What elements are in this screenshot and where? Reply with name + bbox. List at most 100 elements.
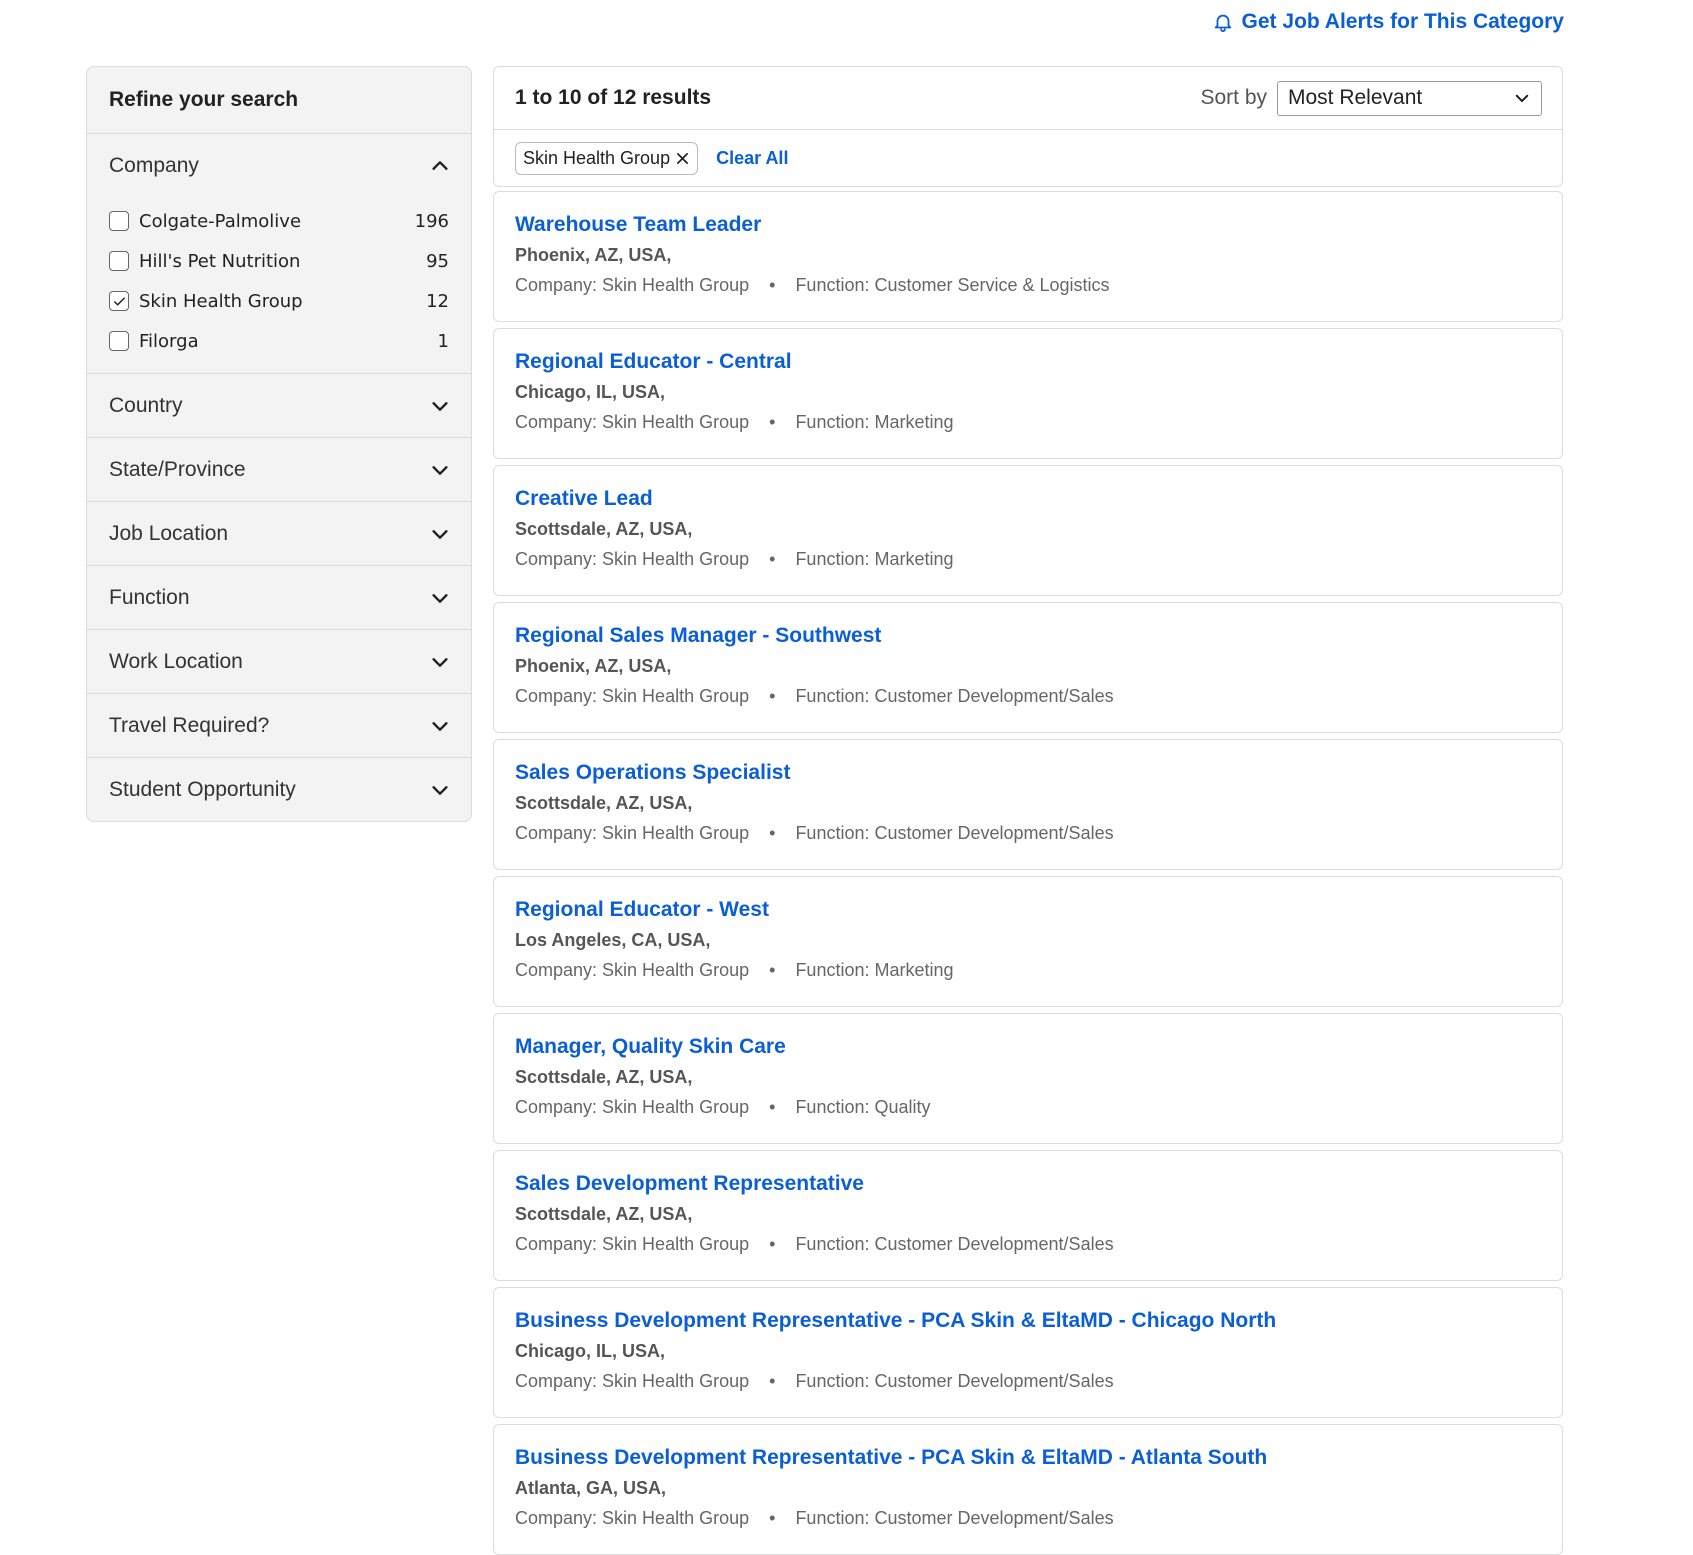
results-header: 1 to 10 of 12 results Sort by Most Relev… bbox=[493, 66, 1563, 187]
company-option-filorga[interactable]: Filorga 1 bbox=[109, 321, 449, 361]
clear-all-link[interactable]: Clear All bbox=[716, 148, 788, 169]
company-option-count: 1 bbox=[437, 330, 449, 352]
job-card: Regional Educator - West Los Angeles, CA… bbox=[493, 876, 1563, 1007]
job-card: Manager, Quality Skin Care Scottsdale, A… bbox=[493, 1013, 1563, 1144]
job-card: Regional Educator - Central Chicago, IL,… bbox=[493, 328, 1563, 459]
company-option-hills[interactable]: Hill's Pet Nutrition 95 bbox=[109, 241, 449, 281]
job-function: Function: Customer Development/Sales bbox=[795, 686, 1114, 706]
separator-dot: • bbox=[769, 686, 776, 706]
facet-label: Country bbox=[109, 393, 183, 417]
company-option-label: Filorga bbox=[139, 330, 199, 352]
sort-label: Sort by bbox=[1200, 86, 1267, 109]
separator-dot: • bbox=[769, 1508, 776, 1528]
job-title-link[interactable]: Regional Educator - Central bbox=[515, 349, 1541, 375]
company-option-label: Colgate-Palmolive bbox=[139, 210, 302, 232]
active-filter-label: Skin Health Group bbox=[523, 148, 671, 168]
job-location: Scottsdale, AZ, USA, bbox=[515, 793, 693, 813]
facet-student-opportunity-toggle[interactable]: Student Opportunity bbox=[87, 758, 471, 821]
job-function: Function: Customer Service & Logistics bbox=[795, 275, 1110, 295]
job-card: Business Development Representative - PC… bbox=[493, 1424, 1563, 1555]
facet-company-toggle[interactable]: Company bbox=[87, 134, 471, 197]
job-location: Scottsdale, AZ, USA, bbox=[515, 1067, 693, 1087]
facet-label: Function bbox=[109, 585, 190, 609]
job-function: Function: Customer Development/Sales bbox=[795, 1234, 1114, 1254]
job-location: Scottsdale, AZ, USA, bbox=[515, 519, 693, 539]
job-meta: Company: Skin Health Group • Function: C… bbox=[515, 685, 1541, 707]
refine-search-panel: Refine your search Company Colgate-Palmo… bbox=[86, 66, 472, 822]
facet-function-toggle[interactable]: Function bbox=[87, 566, 471, 629]
job-card: Sales Development Representative Scottsd… bbox=[493, 1150, 1563, 1281]
active-filter-chip[interactable]: Skin Health Group bbox=[515, 142, 699, 175]
company-option-skin-health[interactable]: Skin Health Group 12 bbox=[109, 281, 449, 321]
job-meta: Company: Skin Health Group • Function: C… bbox=[515, 822, 1541, 844]
separator-dot: • bbox=[769, 412, 776, 432]
job-title-link[interactable]: Business Development Representative - PC… bbox=[515, 1308, 1541, 1334]
job-title-link[interactable]: Sales Development Representative bbox=[515, 1171, 1541, 1197]
close-icon[interactable] bbox=[676, 152, 689, 165]
check-icon bbox=[113, 296, 125, 306]
job-title-link[interactable]: Manager, Quality Skin Care bbox=[515, 1034, 1541, 1060]
company-checkbox-checked[interactable] bbox=[109, 291, 129, 311]
job-title-link[interactable]: Creative Lead bbox=[515, 486, 1541, 512]
job-location: Los Angeles, CA, USA, bbox=[515, 930, 711, 950]
facet-work-location: Work Location bbox=[87, 630, 471, 694]
job-title-link[interactable]: Regional Educator - West bbox=[515, 897, 1541, 923]
job-title-link[interactable]: Warehouse Team Leader bbox=[515, 212, 1541, 238]
job-title-link[interactable]: Business Development Representative - PC… bbox=[515, 1445, 1541, 1471]
chevron-up-icon bbox=[432, 160, 448, 170]
job-meta: Company: Skin Health Group • Function: M… bbox=[515, 411, 1541, 433]
job-location: Chicago, IL, USA, bbox=[515, 382, 666, 402]
job-company: Company: Skin Health Group bbox=[515, 686, 750, 706]
job-meta: Company: Skin Health Group • Function: C… bbox=[515, 1370, 1541, 1392]
job-company: Company: Skin Health Group bbox=[515, 1234, 750, 1254]
separator-dot: • bbox=[769, 1234, 776, 1254]
job-meta: Company: Skin Health Group • Function: C… bbox=[515, 1507, 1541, 1529]
company-checkbox[interactable] bbox=[109, 331, 129, 351]
chevron-down-icon bbox=[432, 593, 448, 603]
separator-dot: • bbox=[769, 960, 776, 980]
bell-icon bbox=[1214, 14, 1231, 33]
facet-function: Function bbox=[87, 566, 471, 630]
sort-control: Sort by Most Relevant bbox=[1200, 80, 1542, 116]
facet-travel-required-toggle[interactable]: Travel Required? bbox=[87, 694, 471, 757]
job-card: Sales Operations Specialist Scottsdale, … bbox=[493, 739, 1563, 870]
refine-search-title: Refine your search bbox=[87, 67, 471, 134]
job-location: Atlanta, GA, USA, bbox=[515, 1478, 667, 1498]
company-checkbox[interactable] bbox=[109, 251, 129, 271]
chevron-down-icon bbox=[432, 657, 448, 667]
company-option-colgate[interactable]: Colgate-Palmolive 196 bbox=[109, 201, 449, 241]
job-company: Company: Skin Health Group bbox=[515, 275, 750, 295]
chevron-down-icon bbox=[432, 529, 448, 539]
facet-job-location-toggle[interactable]: Job Location bbox=[87, 502, 471, 565]
job-company: Company: Skin Health Group bbox=[515, 823, 750, 843]
facet-work-location-toggle[interactable]: Work Location bbox=[87, 630, 471, 693]
job-meta: Company: Skin Health Group • Function: C… bbox=[515, 274, 1541, 296]
separator-dot: • bbox=[769, 823, 776, 843]
sort-select[interactable]: Most Relevant bbox=[1277, 80, 1542, 116]
facet-student-opportunity: Student Opportunity bbox=[87, 758, 471, 821]
job-alerts-label: Get Job Alerts for This Category bbox=[1241, 10, 1564, 33]
job-function: Function: Customer Development/Sales bbox=[795, 823, 1114, 843]
job-title-link[interactable]: Regional Sales Manager - Southwest bbox=[515, 623, 1541, 649]
company-checkbox[interactable] bbox=[109, 211, 129, 231]
facet-country-toggle[interactable]: Country bbox=[87, 374, 471, 437]
facet-country: Country bbox=[87, 374, 471, 438]
facet-label: State/Province bbox=[109, 457, 246, 481]
results-count: 1 to 10 of 12 results bbox=[515, 86, 712, 109]
job-alerts-link[interactable]: Get Job Alerts for This Category bbox=[1212, 10, 1564, 34]
facet-state-province-toggle[interactable]: State/Province bbox=[87, 438, 471, 501]
job-location: Phoenix, AZ, USA, bbox=[515, 656, 672, 676]
separator-dot: • bbox=[769, 549, 776, 569]
job-function: Function: Marketing bbox=[795, 549, 954, 569]
separator-dot: • bbox=[769, 275, 776, 295]
job-company: Company: Skin Health Group bbox=[515, 1371, 750, 1391]
chevron-down-icon bbox=[1515, 94, 1529, 102]
job-title-link[interactable]: Sales Operations Specialist bbox=[515, 760, 1541, 786]
job-company: Company: Skin Health Group bbox=[515, 549, 750, 569]
job-meta: Company: Skin Health Group • Function: C… bbox=[515, 1233, 1541, 1255]
job-company: Company: Skin Health Group bbox=[515, 1508, 750, 1528]
job-location: Scottsdale, AZ, USA, bbox=[515, 1204, 693, 1224]
chevron-down-icon bbox=[432, 785, 448, 795]
facet-job-location: Job Location bbox=[87, 502, 471, 566]
company-option-label: Skin Health Group bbox=[139, 290, 303, 312]
